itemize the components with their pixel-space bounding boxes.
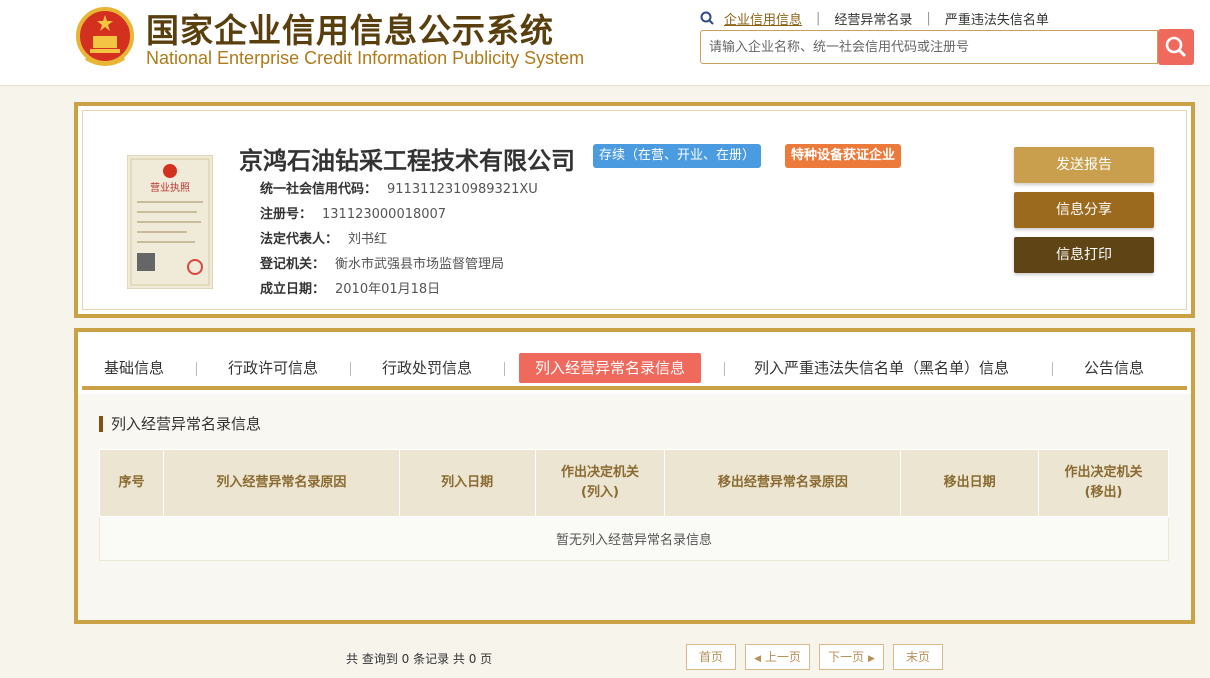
tab-divider: [724, 362, 725, 376]
next-page-label: 下一页: [828, 650, 865, 664]
tab-divider: [504, 362, 505, 376]
search-icon: [1165, 36, 1187, 58]
search-icon: [700, 11, 714, 25]
info-row-legal-rep: 法定代表人： 刘书红: [260, 228, 387, 248]
info-label: 成立日期：: [260, 282, 326, 297]
info-row-reg-number: 注册号： 131123000018007: [260, 203, 446, 223]
empty-message: 暂无列入经营异常名录信息: [99, 516, 1169, 561]
special-equipment-badge: 特种设备获证企业: [785, 144, 902, 168]
link-abnormal-list[interactable]: 经营异常名录: [834, 9, 912, 28]
tab-abnormal-list[interactable]: 列入经营异常名录信息: [519, 353, 702, 383]
link-blacklist[interactable]: 严重违法失信名单: [945, 9, 1049, 28]
search-input[interactable]: [701, 31, 1157, 63]
info-row-reg-authority: 登记机关： 衡水市武强县市场监督管理局: [260, 253, 504, 273]
link-credit-info[interactable]: 企业信用信息: [724, 9, 802, 28]
national-emblem-icon: [76, 7, 134, 66]
column-header: 列入日期: [398, 449, 536, 517]
company-card-inner: 营业执照 京鸿石油钻采工程技术有限公司 存续（在营、开业、在册） 特种设备获证企…: [82, 110, 1187, 310]
search-type-links: 企业信用信息 | 经营异常名录 | 严重违法失信名单: [700, 8, 1049, 28]
company-card: 营业执照 京鸿石油钻采工程技术有限公司 存续（在营、开业、在册） 特种设备获证企…: [74, 102, 1195, 318]
info-value: 131123000018007: [322, 207, 447, 222]
column-header: 序号: [99, 449, 164, 517]
info-value: 刘书红: [348, 232, 388, 247]
column-header: 列入经营异常名录原因: [162, 449, 400, 517]
tab-basic-info[interactable]: 基础信息: [104, 353, 164, 383]
abnormal-list-table: 序号 列入经营异常名录原因 列入日期 作出决定机关 (列入) 移出经营异常名录原…: [99, 449, 1169, 561]
tab-divider: [350, 362, 351, 376]
send-report-button[interactable]: 发送报告: [1014, 147, 1154, 183]
company-name: 京鸿石油钻采工程技术有限公司: [239, 147, 575, 175]
prev-page-button[interactable]: ◀ 上一页: [745, 644, 810, 670]
search-button[interactable]: [1158, 29, 1194, 65]
business-license-image[interactable]: 营业执照: [127, 155, 213, 289]
info-label: 统一社会信用代码：: [260, 182, 378, 197]
info-row-credit-code: 统一社会信用代码： 91131123109893​21XU: [260, 178, 538, 198]
next-page-button[interactable]: 下一页 ▶: [819, 644, 884, 670]
chevron-right-icon: ▶: [867, 654, 875, 664]
link-divider: |: [816, 10, 821, 26]
tab-bar: 基础信息 行政许可信息 行政处罚信息 列入经营异常名录信息 列入严重违法失信名单…: [82, 336, 1187, 390]
first-page-button[interactable]: 首页: [686, 644, 736, 670]
table-header-row: 序号 列入经营异常名录原因 列入日期 作出决定机关 (列入) 移出经营异常名录原…: [99, 449, 1169, 517]
tab-divider: [196, 362, 197, 376]
chevron-left-icon: ◀: [754, 654, 762, 664]
section-title: 列入经营异常名录信息: [99, 416, 261, 432]
site-title: 国家企业信用信息公示系统: [146, 11, 554, 50]
tab-blacklist[interactable]: 列入严重违法失信名单（黑名单）信息: [754, 353, 1009, 383]
info-label: 法定代表人：: [260, 232, 339, 247]
info-value: 衡水市武强县市场监督管理局: [335, 257, 505, 272]
tab-divider: [1052, 362, 1053, 376]
info-label: 注册号：: [260, 207, 313, 222]
info-label: 登记机关：: [260, 257, 326, 272]
tab-admin-license[interactable]: 行政许可信息: [228, 353, 318, 383]
print-info-button[interactable]: 信息打印: [1014, 237, 1154, 273]
tab-announcements[interactable]: 公告信息: [1084, 353, 1144, 383]
tab-admin-penalty[interactable]: 行政处罚信息: [382, 353, 472, 383]
info-row-founded-date: 成立日期： 2010年01月18日: [260, 278, 440, 298]
search-box: [700, 30, 1158, 64]
share-info-button[interactable]: 信息分享: [1014, 192, 1154, 228]
prev-page-label: 上一页: [764, 650, 801, 664]
license-title: 营业执照: [150, 181, 190, 194]
abnormal-list-section: 列入经营异常名录信息 序号 列入经营异常名录原因 列入日期 作出决定机关 (列入…: [78, 394, 1191, 670]
column-header: 作出决定机关 (移出): [1038, 449, 1169, 517]
last-page-button[interactable]: 末页: [893, 644, 943, 670]
status-badge: 存续（在营、开业、在册）: [593, 144, 762, 168]
link-divider: |: [926, 10, 931, 26]
info-value: 2010年01月18日: [335, 282, 441, 297]
info-value: 91131123109893​21XU: [387, 182, 538, 197]
pager-summary: 共 查询到 0 条记录 共 0 页: [346, 652, 493, 666]
detail-panel: 基础信息 行政许可信息 行政处罚信息 列入经营异常名录信息 列入严重违法失信名单…: [74, 328, 1195, 670]
site-header: 国家企业信用信息公示系统 National Enterprise Credit …: [0, 0, 1210, 86]
column-header: 移出经营异常名录原因: [664, 449, 902, 517]
table-row: 暂无列入经营异常名录信息: [99, 516, 1169, 561]
site-subtitle: National Enterprise Credit Information P…: [146, 48, 585, 68]
column-header: 作出决定机关 (列入): [534, 449, 666, 517]
column-header: 移出日期: [900, 449, 1040, 517]
